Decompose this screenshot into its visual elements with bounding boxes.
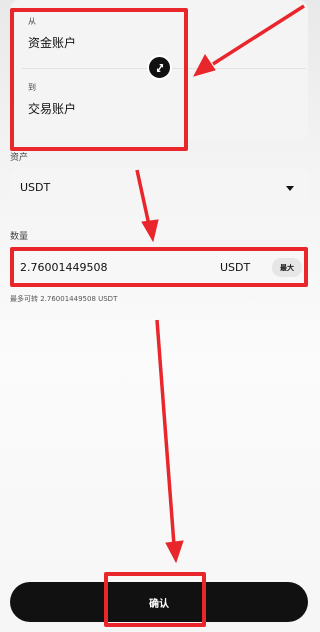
max-button[interactable]: 最大 [272, 258, 302, 277]
to-label: 到 [28, 83, 36, 92]
amount-label: 数量 [10, 232, 29, 242]
amount-input[interactable]: 2.76001449508 USDT 最大 [10, 248, 308, 288]
asset-selected-value: USDT [20, 181, 51, 194]
arrow-to-confirm [155, 319, 184, 564]
amount-value: 2.76001449508 [20, 261, 108, 274]
amount-unit: USDT [220, 261, 251, 274]
available-amount-hint: 最多可转 2.76001449508 USDT [10, 295, 118, 303]
asset-label: 资产 [10, 153, 29, 163]
asset-select[interactable]: USDT [10, 168, 308, 208]
from-account-name: 资金账户 [28, 36, 77, 50]
to-account-selector[interactable]: 到 交易账户 [28, 80, 308, 132]
confirm-button[interactable]: 确认 [10, 582, 308, 622]
from-label: 从 [28, 17, 36, 26]
to-account-name: 交易账户 [28, 102, 77, 116]
chevron-down-icon [286, 186, 294, 191]
swap-accounts-button[interactable] [147, 55, 172, 80]
swap-icon [156, 63, 163, 72]
